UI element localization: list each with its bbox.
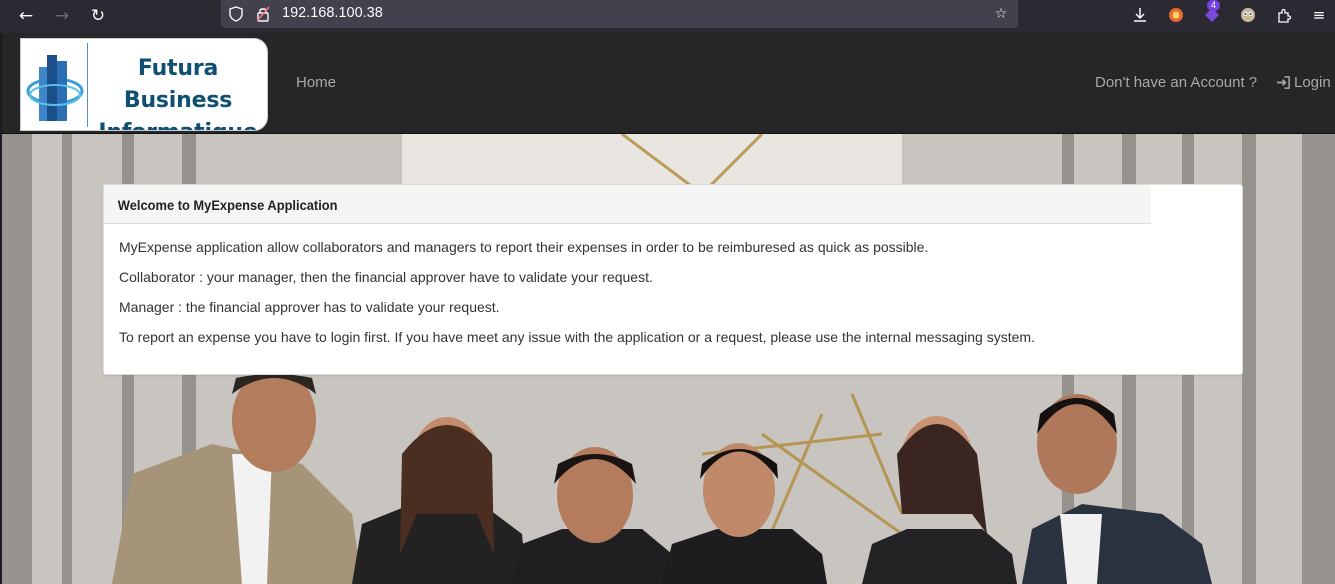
brand-line-1: Futura Business xyxy=(123,56,233,113)
welcome-panel-title: Welcome to MyExpense Application xyxy=(104,185,1151,224)
reload-icon[interactable]: ↻ xyxy=(86,4,110,28)
back-arrow-icon[interactable]: ← xyxy=(14,4,38,28)
welcome-panel-body: MyExpense application allow collaborator… xyxy=(104,224,1242,347)
address-bar[interactable]: 192.168.100.38 ☆ xyxy=(221,0,1018,28)
bookmark-star-icon[interactable]: ☆ xyxy=(991,4,1011,24)
top-navbar: Futura Business Informatique Home Don't … xyxy=(2,33,1335,134)
panel-paragraph: To report an expense you have to login f… xyxy=(119,329,1035,345)
nav-signup-link[interactable]: Don't have an Account ? xyxy=(1095,74,1257,91)
extension-icon[interactable] xyxy=(1272,3,1296,27)
forward-arrow-icon[interactable]: → xyxy=(50,4,74,28)
browser-toolbar: ← → ↻ 192.168.100.38 ☆ 4 ≡ xyxy=(0,0,1335,33)
url-text[interactable]: 192.168.100.38 xyxy=(282,5,383,21)
panel-paragraph: Collaborator : your manager, then the fi… xyxy=(119,269,653,285)
brand-name: Futura Business Informatique xyxy=(89,53,267,130)
nav-home-link[interactable]: Home xyxy=(296,74,336,91)
extension-fox-icon[interactable] xyxy=(1164,3,1188,27)
lock-warning-icon[interactable] xyxy=(253,4,273,24)
brand-line-2: Informatique xyxy=(89,117,267,130)
download-icon[interactable] xyxy=(1128,3,1152,27)
panel-paragraph: Manager : the financial approver has to … xyxy=(119,299,500,315)
login-label: Login xyxy=(1294,74,1331,91)
building-logo-icon xyxy=(26,55,84,121)
web-page: Futura Business Informatique Home Don't … xyxy=(2,33,1335,584)
panel-paragraph: MyExpense application allow collaborator… xyxy=(119,239,929,255)
nav-login-link[interactable]: Login xyxy=(1276,74,1331,91)
welcome-panel: Welcome to MyExpense Application MyExpen… xyxy=(103,184,1243,375)
login-icon xyxy=(1276,76,1290,89)
extension-owl-icon[interactable] xyxy=(1236,3,1260,27)
brand-logo[interactable]: Futura Business Informatique xyxy=(20,38,268,131)
extension-badge: 4 xyxy=(1207,0,1220,11)
shield-icon[interactable] xyxy=(226,4,246,24)
menu-icon[interactable]: ≡ xyxy=(1307,3,1331,27)
logo-divider xyxy=(87,43,88,127)
